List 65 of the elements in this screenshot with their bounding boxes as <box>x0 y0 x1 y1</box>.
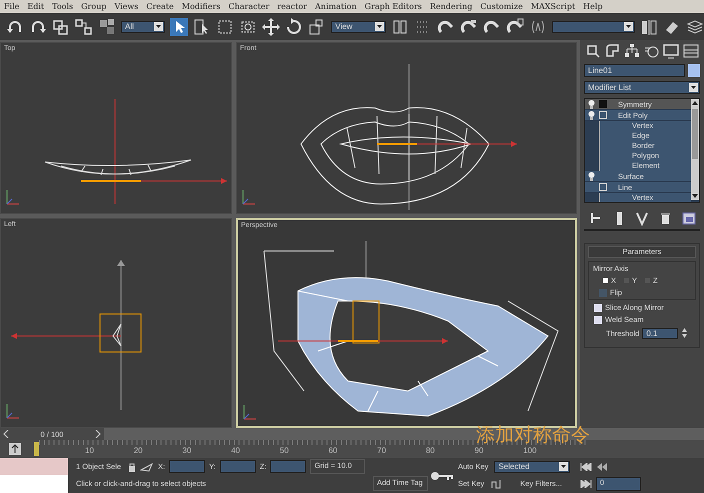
key-mode-dropdown[interactable]: Selected <box>494 460 570 472</box>
axis-tripod-icon <box>242 190 256 204</box>
menu-item[interactable]: Edit <box>27 1 44 12</box>
expand-box-icon <box>599 183 607 191</box>
square-icon <box>599 100 607 108</box>
frame-marker[interactable] <box>34 442 39 456</box>
lock-icon[interactable] <box>128 462 136 472</box>
dropdown-arrow-icon <box>624 22 633 31</box>
mirror-icon[interactable] <box>640 18 658 36</box>
menu-item[interactable]: Modifiers <box>182 1 220 12</box>
layers-icon[interactable] <box>686 18 704 36</box>
axis-tripod-icon <box>6 190 20 204</box>
axis-tripod-icon <box>6 404 20 418</box>
menu-item[interactable]: File <box>4 1 20 12</box>
menu-item[interactable]: Graph Editors <box>364 1 422 12</box>
script-listener-field[interactable] <box>0 458 68 475</box>
go-to-end-icon[interactable] <box>580 480 592 488</box>
dashed-square-icon[interactable] <box>216 18 234 36</box>
squares-icon[interactable] <box>75 18 93 36</box>
menu-item[interactable]: Create <box>146 1 174 12</box>
script-listener-field[interactable] <box>0 475 68 493</box>
radio-button[interactable] <box>603 278 608 283</box>
spinner-icon <box>681 327 688 339</box>
modifier-list-dropdown[interactable]: Modifier List <box>584 81 700 94</box>
squares-icon[interactable] <box>98 18 116 36</box>
squares-icon[interactable] <box>52 18 70 36</box>
object-name-field[interactable]: Line01 <box>584 64 685 77</box>
rotate-icon[interactable] <box>285 18 304 36</box>
reference-coordinate-dropdown[interactable]: View <box>331 20 386 32</box>
coordinate-field[interactable] <box>270 460 306 473</box>
menu-item[interactable]: Tools <box>52 1 74 12</box>
coordinate-field[interactable] <box>220 460 256 473</box>
color-swatch[interactable] <box>688 64 700 77</box>
selection-filter-dropdown[interactable]: All <box>121 20 166 32</box>
checkbox[interactable] <box>594 304 602 312</box>
checkbox[interactable] <box>599 288 607 296</box>
menu-item[interactable]: Group <box>81 1 106 12</box>
light-bulb-icon <box>587 171 596 181</box>
shape-icon[interactable] <box>604 42 622 60</box>
menu-item[interactable]: Views <box>114 1 138 12</box>
monitor-icon[interactable] <box>662 42 680 60</box>
expand-box-icon <box>599 111 607 119</box>
menu-item[interactable]: Customize <box>480 1 523 12</box>
go-to-start-icon[interactable] <box>580 462 592 470</box>
threshold-field[interactable]: 0.1 <box>642 328 678 338</box>
menu-item[interactable]: reactor <box>277 1 308 12</box>
named-selection-dropdown[interactable] <box>552 20 635 32</box>
light-bulb-icon <box>587 99 596 109</box>
hierarchy-icon[interactable] <box>623 42 642 60</box>
coordinate-field[interactable] <box>169 460 206 473</box>
checkbox[interactable] <box>594 316 602 324</box>
dropdown-arrow-icon <box>154 22 164 31</box>
menu-item[interactable]: Help <box>583 1 603 12</box>
key-icon[interactable] <box>430 470 454 480</box>
menu-item[interactable]: Animation <box>315 1 357 12</box>
dropdown-arrow-icon <box>559 462 568 471</box>
move-icon[interactable] <box>262 18 280 36</box>
menu-item[interactable]: Rendering <box>430 1 472 12</box>
light-bulb-icon <box>587 110 596 120</box>
axis-tripod-icon <box>244 404 256 420</box>
menu-item[interactable]: Character <box>228 1 270 12</box>
dropdown-arrow-icon <box>375 22 384 31</box>
menu-item[interactable]: MAXScript <box>530 1 576 12</box>
dropdown-arrow-icon <box>689 83 698 92</box>
previous-frame-icon[interactable] <box>596 462 608 470</box>
